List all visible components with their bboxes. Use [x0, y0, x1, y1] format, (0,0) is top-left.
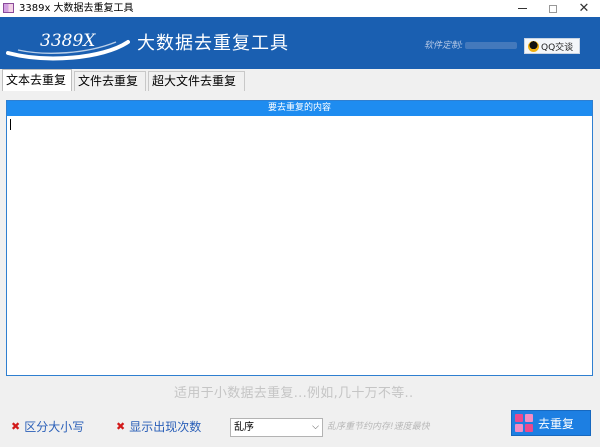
- qq-chat-label: QQ交谈: [541, 42, 574, 53]
- show-count-label: 显示出现次数: [129, 420, 202, 434]
- minimize-icon: [517, 8, 527, 9]
- cross-icon: ✖: [11, 420, 21, 433]
- usage-hint: 适用于小数据去重复...例如,几十万不等..: [174, 386, 414, 401]
- content-panel: 要去重复的内容: [6, 100, 593, 376]
- qq-icon: [528, 40, 539, 52]
- dedupe-button-label: 去重复: [538, 416, 575, 431]
- close-icon: ✕: [578, 1, 590, 16]
- order-select[interactable]: 乱序 ⌵: [230, 418, 323, 437]
- logo: 3389X: [6, 31, 130, 61]
- chevron-down-icon: ⌵: [312, 422, 319, 432]
- order-select-hint: 乱序重节约内存!速度最快: [327, 422, 430, 432]
- maximize-icon: [549, 4, 557, 13]
- author-info: 软件定制:: [424, 40, 518, 52]
- dedupe-button[interactable]: 去重复: [511, 410, 591, 436]
- tab-text-dedupe[interactable]: 文本去重复: [2, 69, 72, 91]
- grid-icon: [515, 414, 533, 432]
- content-header: 要去重复的内容: [7, 101, 592, 116]
- minimize-button[interactable]: [507, 0, 537, 17]
- maximize-button[interactable]: [538, 0, 568, 17]
- tab-file-dedupe[interactable]: 文件去重复: [74, 71, 146, 91]
- text-caret: [10, 119, 11, 130]
- order-select-value: 乱序: [234, 422, 254, 433]
- close-button[interactable]: ✕: [569, 0, 599, 17]
- banner-title: 大数据去重复工具: [137, 33, 289, 54]
- tab-bar: 文本去重复 文件去重复 超大文件去重复: [0, 69, 600, 91]
- case-sensitive-label: 区分大小写: [24, 420, 85, 434]
- author-contact-redacted: [465, 42, 518, 49]
- tab-large-file-dedupe[interactable]: 超大文件去重复: [148, 71, 245, 91]
- cross-icon: ✖: [116, 420, 126, 433]
- content-input[interactable]: [7, 116, 592, 375]
- logo-text: 3389X: [40, 31, 96, 51]
- window-title: 3389x 大数据去重复工具: [19, 3, 134, 14]
- author-label: 软件定制:: [424, 41, 464, 51]
- title-bar: 3389x 大数据去重复工具 ✕: [0, 0, 600, 17]
- case-sensitive-toggle[interactable]: ✖ 区分大小写: [11, 419, 84, 435]
- show-count-toggle[interactable]: ✖ 显示出现次数: [116, 419, 201, 435]
- app-icon: [3, 3, 14, 13]
- qq-chat-button[interactable]: QQ交谈: [524, 38, 580, 54]
